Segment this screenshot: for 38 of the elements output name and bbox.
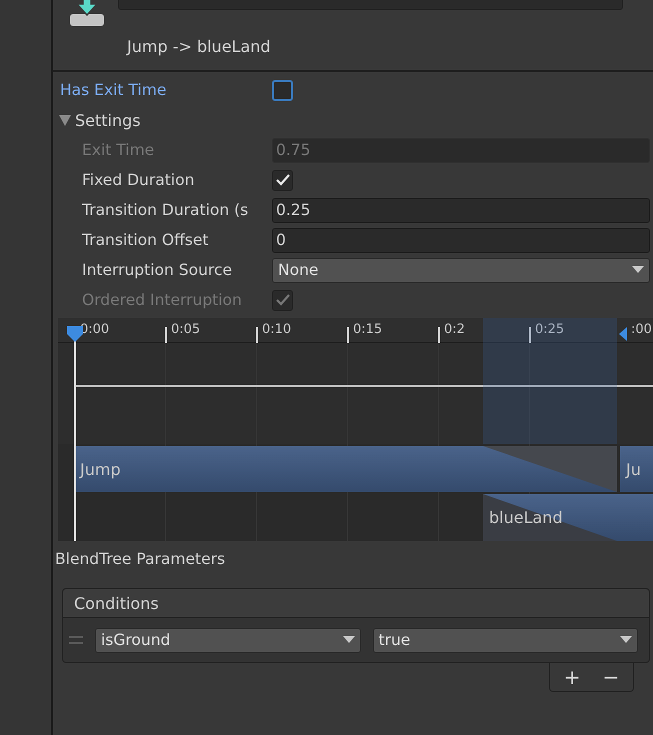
parameter-dropdown[interactable]: isGround [95,628,360,652]
dropdown-arrow-icon [342,636,354,644]
has-exit-time-label: Has Exit Time [60,81,168,99]
has-exit-time-checkbox[interactable] [272,80,293,100]
dropdown-arrow-icon [620,636,632,644]
add-button[interactable]: + [560,665,584,689]
checkmark-icon [276,294,290,306]
time-label: 0:10 [262,322,292,337]
clip-bar[interactable]: blueLand [483,494,653,541]
setting-label: Exit Time [82,141,156,159]
transition-selection[interactable] [483,318,617,444]
blendtree-parameters-label: BlendTree Parameters [55,550,226,568]
time-label: :00 [631,322,652,337]
drag-handle-icon[interactable] [69,636,83,644]
settings-foldout[interactable]: Settings [59,110,141,130]
checkbox[interactable] [272,170,293,190]
setting-label: Transition Offset [82,231,210,249]
time-label: 0:15 [353,322,382,337]
conditions-header: Conditions [63,589,649,618]
time-label: 0:2 [444,322,465,337]
marker-icon[interactable] [619,326,629,342]
value-dropdown[interactable]: true [372,628,638,652]
time-label: 0:25 [535,322,564,337]
clip-bar[interactable]: Ju [620,446,653,492]
setting-label: Interruption Source [82,261,233,279]
setting-label: Transition Duration (s [82,201,250,219]
transition-title: Jump -> blueLand [127,37,272,56]
time-label: 0:05 [171,322,200,337]
number-field[interactable]: 0 [272,228,650,252]
dropdown[interactable]: None [272,258,650,282]
remove-button[interactable]: − [598,665,624,689]
checkmark-icon [276,174,290,186]
setting-label: Ordered Interruption [82,291,243,309]
clip-bar[interactable]: Jump [74,446,617,492]
foldout-arrow-icon [59,114,71,126]
setting-label: Fixed Duration [82,171,196,189]
number-field[interactable]: 0.25 [272,198,650,222]
dropdown-arrow-icon [632,266,644,274]
